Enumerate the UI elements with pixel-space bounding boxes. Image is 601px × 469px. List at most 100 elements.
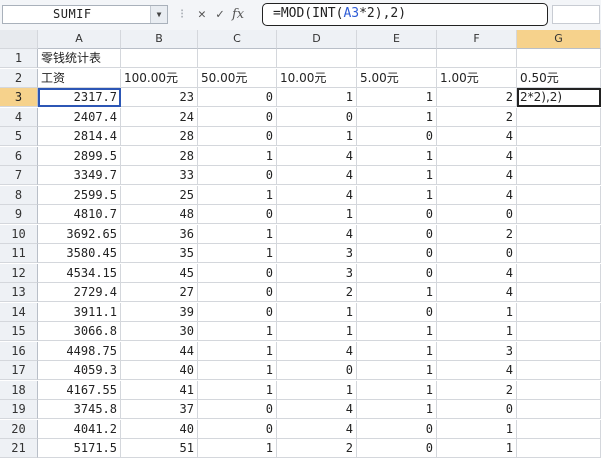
cell-b7[interactable]: 33 bbox=[121, 166, 198, 185]
cell-g16[interactable] bbox=[517, 341, 601, 361]
cell-g21[interactable] bbox=[517, 439, 601, 458]
cell-e21[interactable]: 0 bbox=[357, 439, 437, 458]
cell-b21[interactable]: 51 bbox=[121, 439, 198, 458]
cell-c2[interactable]: 50.00元 bbox=[198, 68, 277, 88]
cell-g6[interactable] bbox=[517, 146, 601, 166]
fx-icon[interactable]: fx bbox=[232, 6, 244, 24]
cell-c3[interactable]: 0 bbox=[198, 88, 277, 107]
cell-a9[interactable]: 4810.7 bbox=[38, 205, 121, 224]
cell-a6[interactable]: 2899.5 bbox=[38, 146, 121, 166]
cell-c20[interactable]: 0 bbox=[198, 419, 277, 439]
cell-c10[interactable]: 1 bbox=[198, 224, 277, 244]
cell-f1[interactable] bbox=[437, 49, 517, 68]
cell-g17[interactable] bbox=[517, 361, 601, 380]
cell-e3[interactable]: 1 bbox=[357, 88, 437, 107]
cell-a4[interactable]: 2407.4 bbox=[38, 107, 121, 127]
row-header-21[interactable]: 21 bbox=[0, 439, 38, 458]
cell-f7[interactable]: 4 bbox=[437, 166, 517, 185]
row-header-3[interactable]: 3 bbox=[0, 88, 38, 107]
cell-f2[interactable]: 1.00元 bbox=[437, 68, 517, 88]
cell-b9[interactable]: 48 bbox=[121, 205, 198, 224]
cell-b10[interactable]: 36 bbox=[121, 224, 198, 244]
cell-a16[interactable]: 4498.75 bbox=[38, 341, 121, 361]
formula-bar-expand[interactable] bbox=[552, 5, 600, 24]
cell-f15[interactable]: 1 bbox=[437, 322, 517, 341]
cell-d10[interactable]: 4 bbox=[277, 224, 357, 244]
cell-e16[interactable]: 1 bbox=[357, 341, 437, 361]
cell-e15[interactable]: 1 bbox=[357, 322, 437, 341]
cell-g18[interactable] bbox=[517, 380, 601, 400]
cell-b20[interactable]: 40 bbox=[121, 419, 198, 439]
cell-a21[interactable]: 5171.5 bbox=[38, 439, 121, 458]
cell-d14[interactable]: 1 bbox=[277, 302, 357, 322]
row-header-18[interactable]: 18 bbox=[0, 380, 38, 400]
cell-e13[interactable]: 1 bbox=[357, 283, 437, 302]
cell-c16[interactable]: 1 bbox=[198, 341, 277, 361]
cell-f5[interactable]: 4 bbox=[437, 127, 517, 146]
cell-e12[interactable]: 0 bbox=[357, 263, 437, 283]
cell-a19[interactable]: 3745.8 bbox=[38, 400, 121, 419]
cell-a15[interactable]: 3066.8 bbox=[38, 322, 121, 341]
cell-d20[interactable]: 4 bbox=[277, 419, 357, 439]
cell-a1[interactable]: 零钱统计表 bbox=[38, 49, 121, 68]
cell-d12[interactable]: 3 bbox=[277, 263, 357, 283]
cell-c12[interactable]: 0 bbox=[198, 263, 277, 283]
column-header-b[interactable]: B bbox=[121, 30, 198, 49]
cell-e2[interactable]: 5.00元 bbox=[357, 68, 437, 88]
row-header-13[interactable]: 13 bbox=[0, 283, 38, 302]
formula-input[interactable]: =MOD(INT(A3*2),2) bbox=[262, 3, 548, 26]
row-header-4[interactable]: 4 bbox=[0, 107, 38, 127]
cell-d19[interactable]: 4 bbox=[277, 400, 357, 419]
cell-c11[interactable]: 1 bbox=[198, 244, 277, 263]
cell-b15[interactable]: 30 bbox=[121, 322, 198, 341]
cell-c1[interactable] bbox=[198, 49, 277, 68]
cell-d8[interactable]: 4 bbox=[277, 185, 357, 205]
cell-e4[interactable]: 1 bbox=[357, 107, 437, 127]
cell-d9[interactable]: 1 bbox=[277, 205, 357, 224]
cell-g2[interactable]: 0.50元 bbox=[517, 68, 601, 88]
cell-b11[interactable]: 35 bbox=[121, 244, 198, 263]
cell-f8[interactable]: 4 bbox=[437, 185, 517, 205]
cell-f6[interactable]: 4 bbox=[437, 146, 517, 166]
row-header-14[interactable]: 14 bbox=[0, 302, 38, 322]
cell-f3[interactable]: 2 bbox=[437, 88, 517, 107]
cell-f16[interactable]: 3 bbox=[437, 341, 517, 361]
select-all-corner[interactable] bbox=[0, 30, 38, 49]
cell-b14[interactable]: 39 bbox=[121, 302, 198, 322]
cell-g4[interactable] bbox=[517, 107, 601, 127]
cell-g13[interactable] bbox=[517, 283, 601, 302]
cell-e10[interactable]: 0 bbox=[357, 224, 437, 244]
cell-f17[interactable]: 4 bbox=[437, 361, 517, 380]
cell-d1[interactable] bbox=[277, 49, 357, 68]
cell-e11[interactable]: 0 bbox=[357, 244, 437, 263]
cell-g1[interactable] bbox=[517, 49, 601, 68]
row-header-1[interactable]: 1 bbox=[0, 49, 38, 68]
cell-c17[interactable]: 1 bbox=[198, 361, 277, 380]
cell-c5[interactable]: 0 bbox=[198, 127, 277, 146]
cell-d15[interactable]: 1 bbox=[277, 322, 357, 341]
cell-e20[interactable]: 0 bbox=[357, 419, 437, 439]
cell-e19[interactable]: 1 bbox=[357, 400, 437, 419]
cell-a5[interactable]: 2814.4 bbox=[38, 127, 121, 146]
row-header-20[interactable]: 20 bbox=[0, 419, 38, 439]
column-header-a[interactable]: A bbox=[38, 30, 121, 49]
cell-d3[interactable]: 1 bbox=[277, 88, 357, 107]
cell-f11[interactable]: 0 bbox=[437, 244, 517, 263]
cell-f4[interactable]: 2 bbox=[437, 107, 517, 127]
cell-f13[interactable]: 4 bbox=[437, 283, 517, 302]
column-header-f[interactable]: F bbox=[437, 30, 517, 49]
cell-d16[interactable]: 4 bbox=[277, 341, 357, 361]
row-header-6[interactable]: 6 bbox=[0, 146, 38, 166]
row-header-17[interactable]: 17 bbox=[0, 361, 38, 380]
cell-b8[interactable]: 25 bbox=[121, 185, 198, 205]
cell-c7[interactable]: 0 bbox=[198, 166, 277, 185]
row-header-5[interactable]: 5 bbox=[0, 127, 38, 146]
cell-c8[interactable]: 1 bbox=[198, 185, 277, 205]
cell-e18[interactable]: 1 bbox=[357, 380, 437, 400]
cell-g11[interactable] bbox=[517, 244, 601, 263]
cell-g7[interactable] bbox=[517, 166, 601, 185]
cell-d21[interactable]: 2 bbox=[277, 439, 357, 458]
cell-g3[interactable]: 2*2),2) bbox=[517, 88, 601, 107]
row-header-8[interactable]: 8 bbox=[0, 185, 38, 205]
cell-g14[interactable] bbox=[517, 302, 601, 322]
